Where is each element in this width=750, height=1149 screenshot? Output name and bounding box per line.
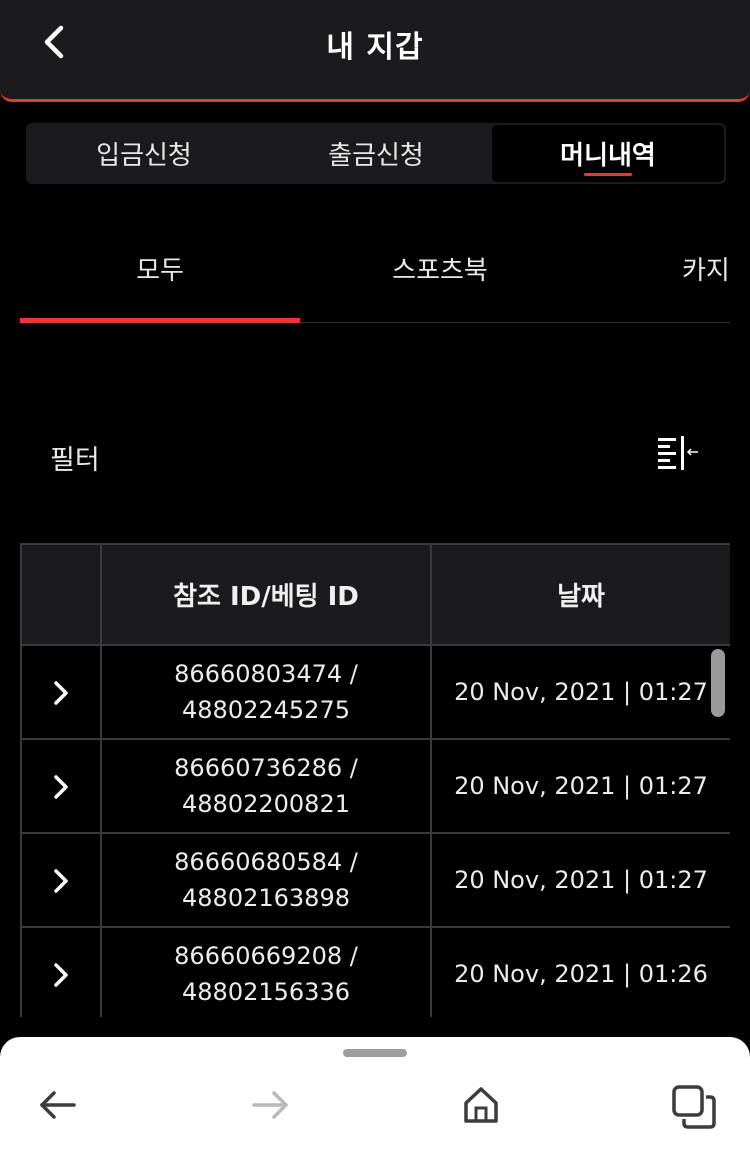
segment-deposit-request[interactable]: 입금신청 [28, 125, 260, 182]
browser-forward-button[interactable] [248, 1083, 292, 1127]
browser-tabs-button[interactable] [670, 1083, 716, 1129]
home-icon [464, 1087, 498, 1123]
back-arrow-icon [40, 1091, 76, 1119]
wallet-segmented-control: 입금신청 출금신청 머니내역 [26, 123, 726, 184]
ref-id: 86660736286 / [174, 754, 358, 782]
tab-sportsbook[interactable]: 스포츠북 [300, 230, 580, 323]
tab-all[interactable]: 모두 [20, 230, 300, 323]
id-cell: 86660736286 / 48802200821 [100, 738, 432, 834]
chevron-right-icon [54, 681, 68, 705]
expand-cell[interactable] [20, 926, 102, 1017]
table-row[interactable]: 86660736286 / 48802200821 20 Nov, 2021 | … [20, 738, 730, 834]
date-cell: 20 Nov, 2021 | 01:26 [430, 926, 730, 1017]
expand-cell[interactable] [20, 644, 102, 740]
chevron-right-icon [54, 869, 68, 893]
ref-id: 86660680584 / [174, 848, 358, 876]
expand-cell[interactable] [20, 832, 102, 928]
tab-sportsbook-label: 스포츠북 [392, 256, 488, 286]
tabs-icon [672, 1085, 716, 1129]
browser-back-button[interactable] [36, 1083, 80, 1127]
tab-casino-label: 카지 [682, 256, 730, 286]
browser-home-button[interactable] [459, 1083, 503, 1127]
table-row[interactable]: 86660803474 / 48802245275 20 Nov, 2021 | … [20, 644, 730, 740]
header-ref-bet-id: 참조 ID/베팅 ID [100, 543, 432, 646]
drag-handle[interactable] [343, 1049, 407, 1057]
collapse-filter-icon[interactable] [655, 434, 699, 470]
ref-id: 86660803474 / [174, 660, 358, 688]
date-cell: 20 Nov, 2021 | 01:27 [430, 832, 730, 928]
app-header: 내 지갑 [0, 0, 750, 102]
table-row[interactable]: 86660680584 / 48802163898 20 Nov, 2021 | … [20, 832, 730, 928]
bet-id: 48802200821 [182, 790, 350, 818]
forward-arrow-icon [252, 1091, 288, 1119]
id-cell: 86660680584 / 48802163898 [100, 832, 432, 928]
date-cell: 20 Nov, 2021 | 01:27 [430, 738, 730, 834]
transaction-table: 참조 ID/베팅 ID 날짜 86660803474 / 48802245275 … [20, 543, 730, 1017]
chevron-right-icon [54, 775, 68, 799]
table-header-row: 참조 ID/베팅 ID 날짜 [20, 543, 730, 646]
category-tabs: 모두 스포츠북 카지 [20, 230, 730, 323]
ref-id: 86660669208 / [174, 942, 358, 970]
filter-label[interactable]: 필터 [50, 438, 100, 477]
expand-cell[interactable] [20, 738, 102, 834]
id-cell: 86660803474 / 48802245275 [100, 644, 432, 740]
bet-id: 48802163898 [182, 884, 350, 912]
tab-casino[interactable]: 카지 [580, 230, 730, 323]
segment-withdraw-request[interactable]: 출금신청 [260, 125, 492, 182]
id-cell: 86660669208 / 48802156336 [100, 926, 432, 1017]
chevron-right-icon [54, 963, 68, 987]
browser-bottom-bar [0, 1037, 750, 1149]
date-cell: 20 Nov, 2021 | 01:27 [430, 644, 730, 740]
header-date: 날짜 [430, 543, 730, 646]
page-title: 내 지갑 [326, 30, 424, 65]
table-row[interactable]: 86660669208 / 48802156336 20 Nov, 2021 | … [20, 926, 730, 1017]
table-scrollbar[interactable] [711, 649, 725, 717]
bet-id: 48802245275 [182, 696, 350, 724]
header-expand [20, 543, 102, 646]
bet-id: 48802156336 [182, 978, 350, 1006]
tab-all-label: 모두 [136, 256, 184, 286]
segment-money-history[interactable]: 머니내역 [492, 125, 724, 182]
